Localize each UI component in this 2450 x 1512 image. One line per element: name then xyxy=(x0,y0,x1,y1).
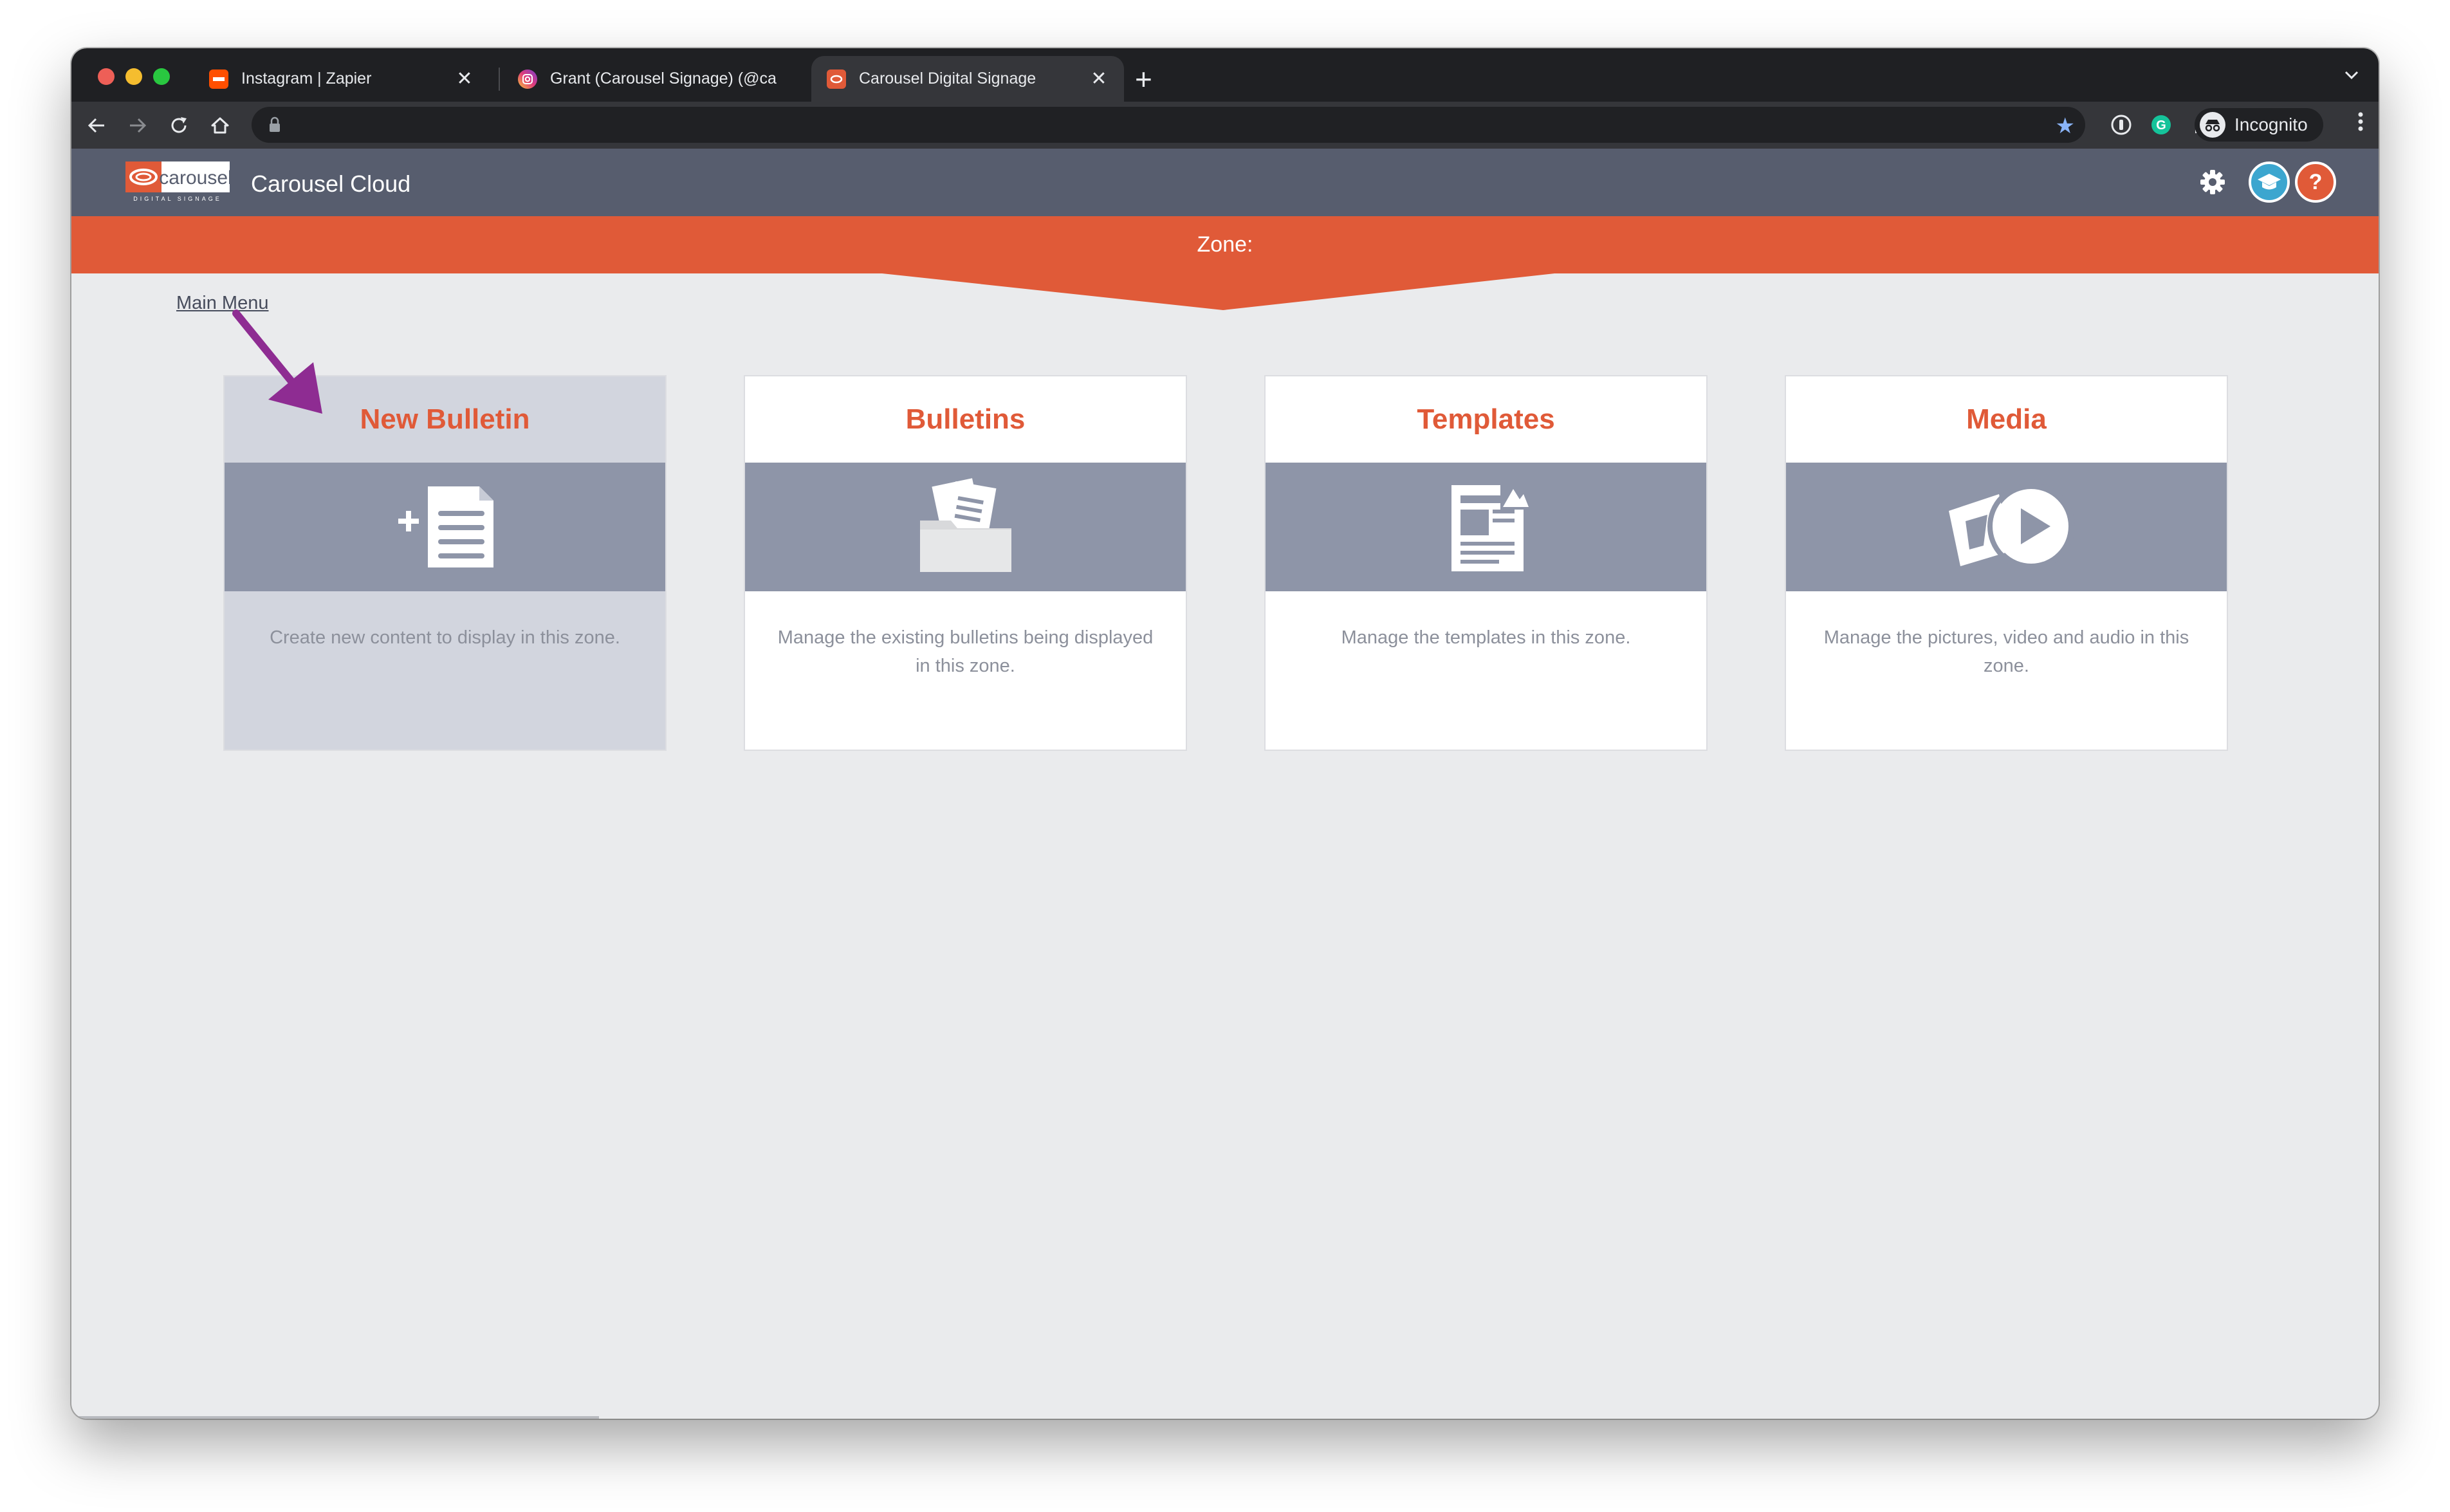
back-arrow-icon[interactable] xyxy=(80,109,113,142)
tab-carousel-digital-signage[interactable]: Carousel Digital Signage ✕ xyxy=(811,56,1124,102)
card-description: Manage the templates in this zone. xyxy=(1341,627,1631,648)
card-icon-band xyxy=(1786,463,2227,591)
tab-title: Grant (Carousel Signage) (@ca xyxy=(550,69,777,88)
maximize-window-button[interactable] xyxy=(153,68,170,85)
card-title: Media xyxy=(1966,403,2047,435)
tab-separator xyxy=(499,68,500,91)
tab-close-icon[interactable]: ✕ xyxy=(1089,68,1109,90)
incognito-icon xyxy=(2200,112,2225,138)
lock-icon xyxy=(268,116,281,136)
minimize-window-button[interactable] xyxy=(125,68,142,85)
horizontal-scrollbar[interactable] xyxy=(71,1416,599,1419)
card-description: Manage the existing bulletins being disp… xyxy=(777,627,1154,676)
zapier-icon xyxy=(209,69,228,89)
card-icon-band xyxy=(225,463,665,591)
settings-gear-icon[interactable] xyxy=(2198,168,2227,199)
instagram-icon xyxy=(518,69,537,89)
profile-label: Incognito xyxy=(2234,115,2308,134)
reload-icon[interactable] xyxy=(163,109,195,142)
app-header: carousel DIGITAL SIGNAGE Carousel Cloud … xyxy=(71,149,2379,216)
forward-arrow-icon[interactable] xyxy=(122,109,154,142)
card-media[interactable]: Media Manage the pictures, video and aud… xyxy=(1785,375,2228,751)
card-bulletins[interactable]: Bulletins Manage the existing bulletins … xyxy=(744,375,1187,751)
incognito-profile-button[interactable]: Incognito xyxy=(2195,108,2323,142)
close-window-button[interactable] xyxy=(98,68,115,85)
carousel-icon xyxy=(827,69,846,89)
app-title: Carousel Cloud xyxy=(251,171,411,197)
address-bar[interactable]: ★ xyxy=(252,107,2085,143)
folder-documents-icon xyxy=(919,478,1011,572)
annotation-arrow-icon xyxy=(232,309,322,414)
browser-window: Instagram | Zapier ✕ Grant (Carousel Sig… xyxy=(71,48,2379,1419)
bookmark-star-icon[interactable]: ★ xyxy=(2056,113,2075,139)
card-icon-band xyxy=(1266,463,1706,591)
training-graduation-cap-icon[interactable] xyxy=(2249,161,2290,203)
card-templates[interactable]: Templates Manage the templates in this z… xyxy=(1264,375,1708,751)
home-icon[interactable] xyxy=(204,109,236,142)
logo-wordmark: carousel xyxy=(159,167,230,189)
tab-search-chevron-icon[interactable] xyxy=(2344,64,2359,86)
tab-strip: Instagram | Zapier ✕ Grant (Carousel Sig… xyxy=(71,48,2379,102)
zone-label: Zone: xyxy=(1197,232,1253,257)
svg-text:G: G xyxy=(2156,118,2166,133)
card-icon-band xyxy=(745,463,1186,591)
template-icon xyxy=(1451,481,1529,571)
carousel-logo[interactable]: carousel DIGITAL SIGNAGE xyxy=(125,161,232,203)
new-document-icon xyxy=(398,486,493,567)
card-description: Create new content to display in this zo… xyxy=(270,627,620,648)
tab-title: Instagram | Zapier xyxy=(241,69,372,88)
tab-title: Carousel Digital Signage xyxy=(859,69,1036,88)
card-title: Bulletins xyxy=(905,403,1026,435)
grammarly-extension-icon[interactable]: G xyxy=(2147,111,2175,139)
onepassword-extension-icon[interactable] xyxy=(2107,111,2135,139)
tab-close-icon[interactable]: ✕ xyxy=(455,68,474,90)
new-tab-button[interactable]: + xyxy=(1135,60,1152,98)
help-button[interactable]: ? xyxy=(2295,161,2336,203)
browser-toolbar: ★ G Incognito xyxy=(71,102,2379,149)
card-title: Templates xyxy=(1417,403,1555,435)
media-icon xyxy=(1948,483,2075,570)
card-new-bulletin[interactable]: New Bulletin Create new content to displ… xyxy=(223,375,667,751)
logo-subtext: DIGITAL SIGNAGE xyxy=(133,196,222,202)
card-description: Manage the pictures, video and audio in … xyxy=(1823,627,2189,676)
browser-menu-icon[interactable] xyxy=(2358,111,2363,138)
tab-instagram-zapier[interactable]: Instagram | Zapier ✕ xyxy=(194,56,490,102)
